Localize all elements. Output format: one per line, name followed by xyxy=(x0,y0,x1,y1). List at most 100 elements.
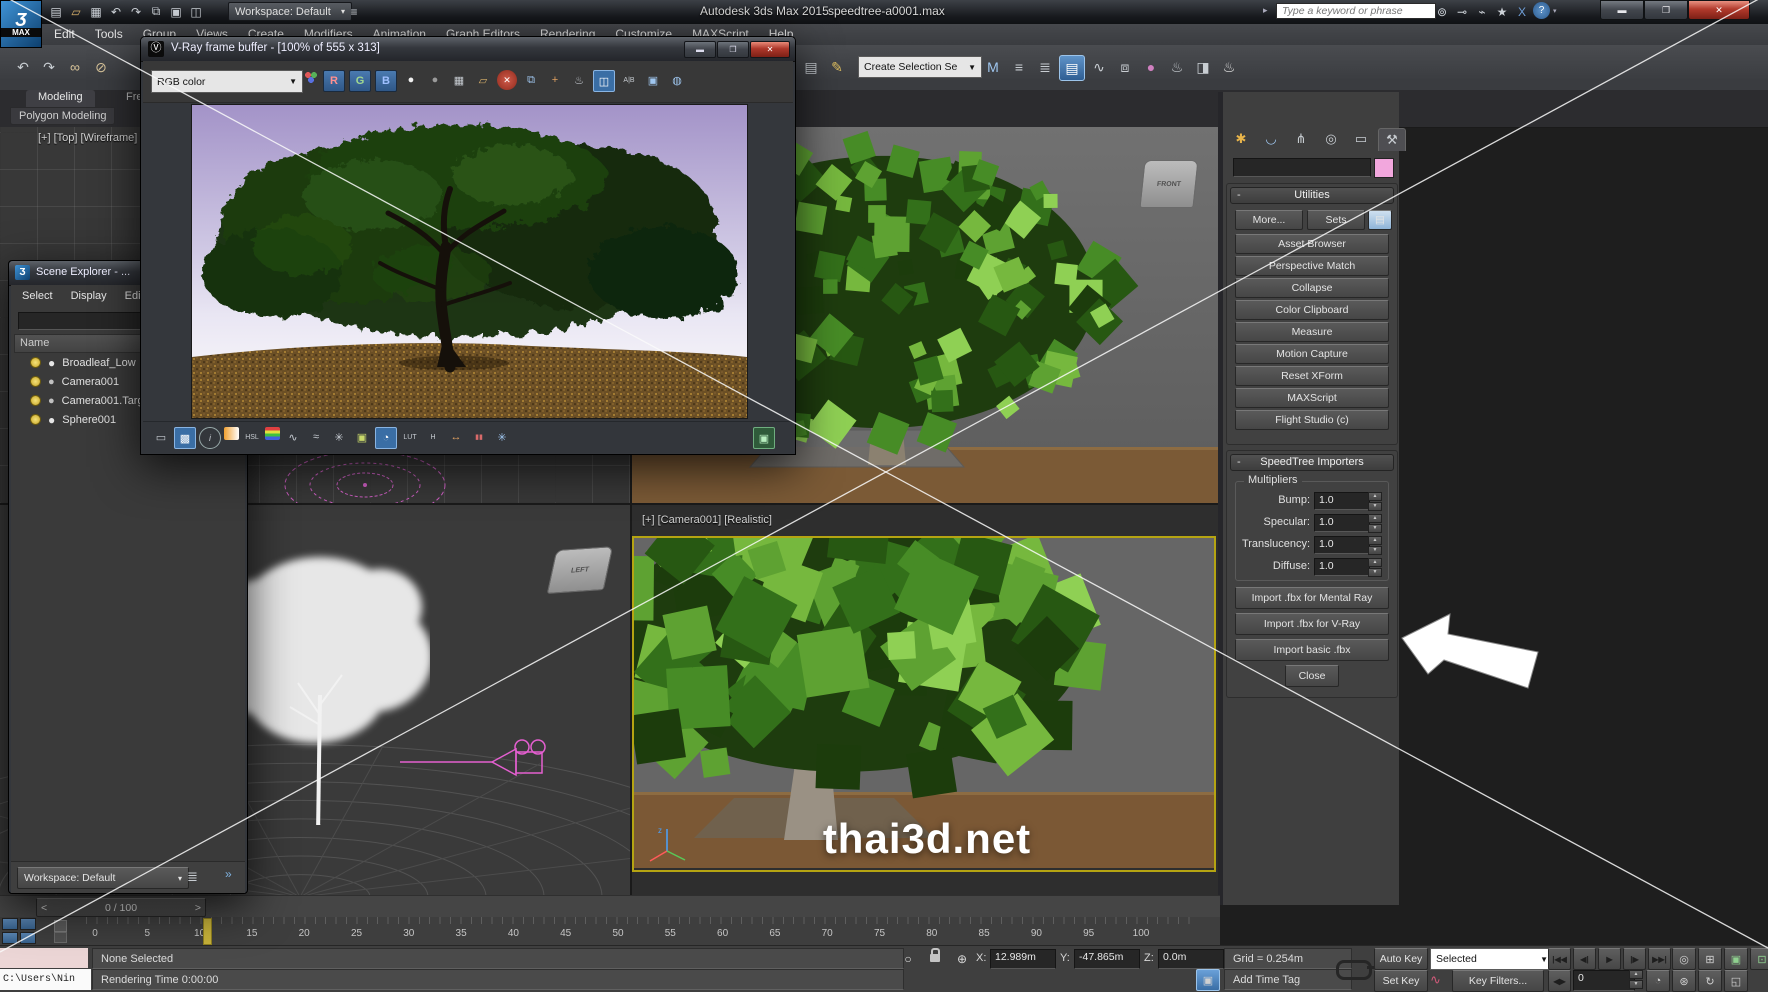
align-icon[interactable]: ≡ xyxy=(1007,55,1031,79)
frame-window-icon[interactable]: ▭ xyxy=(151,427,171,447)
maxscript-mini-listener[interactable]: C:\Users\Nin xyxy=(0,969,91,990)
tab-hierarchy[interactable]: ⋔ xyxy=(1288,128,1314,150)
rendered-frame-window-icon[interactable]: ◨ xyxy=(1191,55,1215,79)
histogram-icon[interactable]: ∿ xyxy=(283,427,303,447)
spin-up-icon[interactable]: ▲ xyxy=(1368,492,1382,501)
previous-frame-icon[interactable]: ◀| xyxy=(1573,948,1596,970)
zoom-extents-all-icon[interactable]: ⊡ xyxy=(1750,948,1768,970)
auto-key-button[interactable]: Auto Key xyxy=(1374,948,1428,970)
time-slider-track[interactable]: < 0 / 100 > xyxy=(0,895,1220,918)
viewcube-front[interactable]: FRONT xyxy=(1139,160,1198,208)
close-button[interactable]: ✕ xyxy=(1688,0,1750,20)
select-and-link-icon[interactable]: ∞ xyxy=(63,55,87,79)
duplicate-to-host-buffer-icon[interactable]: ⧉ xyxy=(521,70,541,90)
workspace-selector[interactable]: Workspace: Default ▾ xyxy=(228,2,352,21)
scene-explorer-toggle-icon[interactable]: ▤ xyxy=(1059,55,1085,81)
monochrome-icon[interactable]: ● xyxy=(425,70,445,90)
toolbar-overflow-icon[interactable]: ≡ xyxy=(344,2,364,21)
multiplier-spinner[interactable]: ▲▼ xyxy=(1368,514,1382,533)
named-selection-sets-icon[interactable]: ✎ xyxy=(825,55,849,79)
undo-icon[interactable]: ↶ xyxy=(11,55,35,79)
background-image-icon[interactable]: ▣ xyxy=(352,427,372,447)
curve-editor-icon[interactable]: ∿ xyxy=(1087,55,1111,79)
selection-lock-icon[interactable] xyxy=(930,954,940,962)
open-utility-window-icon[interactable]: ▤ xyxy=(1368,210,1392,230)
vfb-titlebar[interactable]: Ⓥ V-Ray frame buffer - [100% of 555 x 31… xyxy=(141,37,795,62)
se-menu-select[interactable]: Select xyxy=(13,288,62,310)
menu-tools[interactable]: Tools xyxy=(85,24,133,45)
set-keys-key-icon[interactable] xyxy=(1336,960,1372,980)
save-image-icon[interactable]: ▦ xyxy=(449,70,469,90)
utility-collapse[interactable]: Collapse xyxy=(1235,278,1389,298)
color-bars-icon[interactable] xyxy=(265,427,280,440)
transform-gizmo-icon[interactable]: ⊕ xyxy=(952,949,972,968)
more-button[interactable]: More... xyxy=(1235,210,1303,230)
vray-website-icon[interactable]: ◍ xyxy=(667,70,687,90)
open-file-icon[interactable]: ▱ xyxy=(66,2,86,21)
track-bar[interactable]: 0510152025303540455055606570758085909510… xyxy=(0,917,1220,945)
tab-motion[interactable]: ◎ xyxy=(1318,128,1344,150)
go-to-start-icon[interactable]: |◀◀ xyxy=(1548,948,1571,970)
se-menu-display[interactable]: Display xyxy=(62,288,116,310)
utility-color-clipboard[interactable]: Color Clipboard xyxy=(1235,300,1389,320)
mirror-icon[interactable]: M xyxy=(981,55,1005,79)
redo-icon[interactable]: ↷ xyxy=(37,55,61,79)
undo-icon[interactable]: ↶ xyxy=(106,2,126,21)
multiplier-spinner[interactable]: ▲▼ xyxy=(1368,558,1382,577)
material-editor-icon[interactable]: ● xyxy=(1139,55,1163,79)
play-icon[interactable]: ▶ xyxy=(1598,948,1621,970)
search-input[interactable] xyxy=(1276,3,1436,19)
resize-icon[interactable]: ↔ xyxy=(446,427,466,447)
multiplier-field[interactable]: 1.0 xyxy=(1314,558,1370,576)
key-mode-toggle-icon[interactable]: ◀▶ xyxy=(1548,970,1571,992)
import-button-0[interactable]: Import .fbx for Mental Ray xyxy=(1235,587,1389,609)
zoom-extents-selected-icon[interactable]: ▣ xyxy=(1724,948,1748,970)
render-last-icon[interactable]: ♨ xyxy=(569,70,589,90)
frame-spinner[interactable]: ▲▼ xyxy=(1629,970,1643,989)
key-filters-button[interactable]: Key Filters... xyxy=(1452,970,1544,992)
viewport-layout-selector[interactable] xyxy=(2,918,38,944)
multiplier-field[interactable]: 1.0 xyxy=(1314,492,1370,510)
maximize-viewport-toggle-icon[interactable]: ◱ xyxy=(1724,970,1748,992)
compare-horizontal-icon[interactable]: ◫ xyxy=(593,70,615,92)
coord-x-field[interactable]: 12.989m xyxy=(990,949,1056,969)
layer-manager-icon[interactable]: ≣ xyxy=(1033,55,1057,79)
multiplier-spinner[interactable]: ▲▼ xyxy=(1368,536,1382,555)
region-render-icon[interactable]: ▣ xyxy=(643,70,663,90)
max-logo[interactable]: Ӡ MAX xyxy=(0,0,42,48)
vfb-minimize-button[interactable]: ▬ xyxy=(684,41,716,58)
color-wheel-icon[interactable]: ✳ xyxy=(329,427,349,447)
vfb-maximize-button[interactable]: ❐ xyxy=(717,41,749,58)
compare-ab-icon[interactable]: A|B xyxy=(619,70,639,90)
search-expand-icon[interactable]: ▸ xyxy=(1263,5,1268,16)
utility-motion-capture[interactable]: Motion Capture xyxy=(1235,344,1389,364)
spin-up-icon[interactable]: ▲ xyxy=(1368,558,1382,567)
keyboard-shortcut-override-icon[interactable]: ▤ xyxy=(799,55,823,79)
speedtree-rollout-header[interactable]: - SpeedTree Importers xyxy=(1230,454,1394,471)
tab-create[interactable]: ✱ xyxy=(1228,128,1254,150)
viewport-camera[interactable]: [+] [Camera001] [Realistic] z thai3d.net xyxy=(632,505,1218,895)
utility-measure[interactable]: Measure xyxy=(1235,322,1389,342)
display-channels-icon[interactable]: ▩ xyxy=(174,427,196,449)
clear-image-icon[interactable]: ✕ xyxy=(497,70,517,90)
utility-reset-xform[interactable]: Reset XForm xyxy=(1235,366,1389,386)
gradient-icon[interactable] xyxy=(224,427,239,440)
spin-down-icon[interactable]: ▼ xyxy=(1368,546,1382,555)
time-caret[interactable] xyxy=(203,918,212,945)
spin-up-icon[interactable]: ▲ xyxy=(1368,536,1382,545)
stamp-icon[interactable]: H xyxy=(423,427,443,447)
vfb-close-button[interactable]: ✕ xyxy=(750,41,790,58)
hsl-icon[interactable]: HSL xyxy=(242,427,262,447)
exchange-icon[interactable]: X xyxy=(1512,2,1532,21)
macro-recorder-pane[interactable] xyxy=(0,948,88,968)
isolate-selection-icon[interactable]: ○ xyxy=(898,949,918,968)
minimize-button[interactable]: ▬ xyxy=(1600,0,1644,20)
utility-asset-browser[interactable]: Asset Browser xyxy=(1235,234,1389,254)
save-file-icon[interactable]: ▦ xyxy=(86,2,106,21)
visibility-bulb-icon[interactable] xyxy=(30,376,41,387)
favorites-icon[interactable]: ★ xyxy=(1492,2,1512,21)
alpha-channel-icon[interactable]: ● xyxy=(401,70,421,90)
history-icon[interactable]: ◔ xyxy=(375,427,397,449)
viewport-camera-label[interactable]: [+] [Camera001] [Realistic] xyxy=(642,514,772,526)
render-production-icon[interactable]: ♨ xyxy=(1217,55,1241,79)
